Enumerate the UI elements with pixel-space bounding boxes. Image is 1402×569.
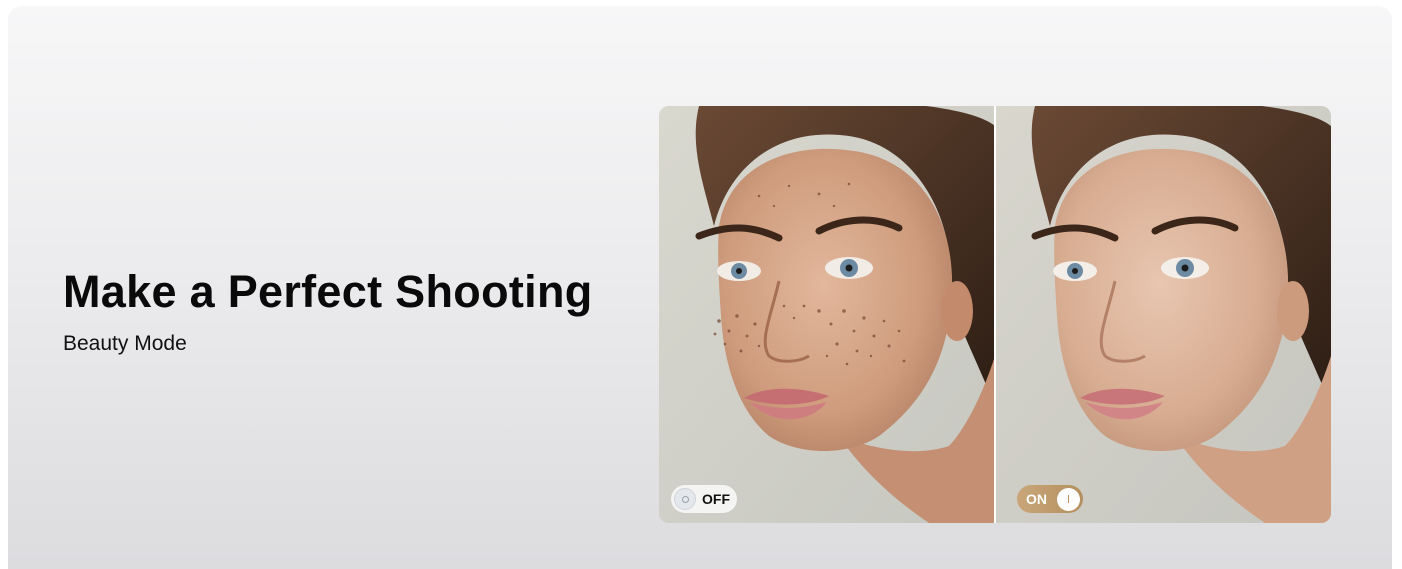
toggle-off-label: OFF <box>702 491 730 507</box>
toggle-off-icon <box>674 488 696 510</box>
beauty-mode-banner: Make a Perfect Shooting Beauty Mode OFF … <box>8 6 1392 569</box>
after-panel: ON <box>995 106 1331 523</box>
page-title: Make a Perfect Shooting <box>63 266 593 317</box>
beauty-toggle-on[interactable]: ON <box>1017 485 1083 513</box>
before-panel: OFF <box>659 106 995 523</box>
before-after-comparison: OFF ON <box>659 106 1331 523</box>
beauty-toggle-off[interactable]: OFF <box>671 485 737 513</box>
page-subtitle: Beauty Mode <box>63 332 187 355</box>
portrait-before-image <box>659 106 995 523</box>
comparison-divider <box>994 106 996 523</box>
toggle-on-label: ON <box>1026 491 1047 507</box>
portrait-after-image <box>995 106 1331 523</box>
toggle-on-icon <box>1057 487 1080 511</box>
